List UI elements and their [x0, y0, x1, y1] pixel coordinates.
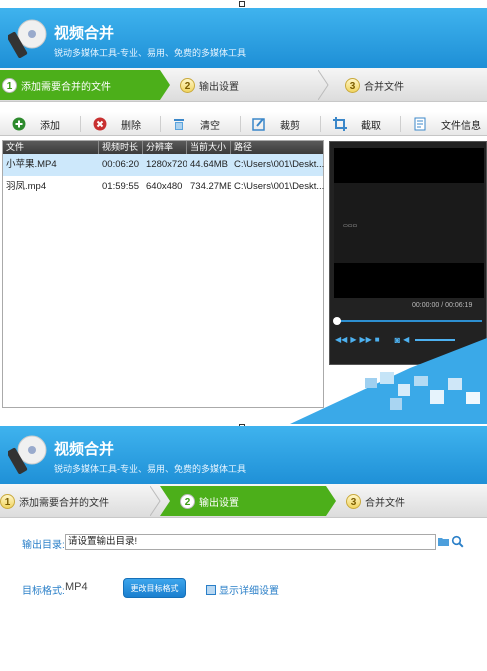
selection-handle-top[interactable]: [239, 1, 245, 7]
capture-label: 截取: [361, 120, 381, 132]
step-2[interactable]: 2 输出设置: [180, 68, 239, 102]
table-row[interactable]: 小苹果.MP4 00:06:20 1280x720 44.64MB C:\Use…: [3, 154, 325, 176]
target-format-label: 目标格式:: [22, 586, 65, 597]
column-header-resolution[interactable]: 分辨率: [143, 141, 187, 154]
cell-resolution: 640x480: [146, 181, 183, 192]
step-divider: [150, 486, 161, 516]
checkbox-icon[interactable]: [206, 584, 216, 595]
output-dir-actions: [437, 535, 464, 548]
video-screen: ▭▭▭: [334, 148, 484, 298]
cell-path: C:\Users\001\Deskt...: [234, 159, 325, 170]
clear-button[interactable]: 清空: [172, 115, 220, 133]
step-2[interactable]: 2 输出设置: [180, 484, 239, 518]
step-1-number: 1: [2, 77, 17, 93]
step-2-label: 输出设置: [199, 81, 239, 93]
step-1-label: 添加需要合并的文件: [19, 497, 109, 509]
step-3[interactable]: 3 合并文件: [346, 484, 405, 518]
app-header: 视频合并 锐动多媒体工具-专业、易用、免费的多媒体工具: [0, 8, 487, 68]
search-icon[interactable]: [451, 535, 464, 548]
trash-icon: [174, 119, 184, 130]
add-icon: [12, 117, 26, 131]
step-3[interactable]: 3 合并文件: [345, 68, 404, 102]
cell-duration: 00:06:20: [102, 159, 139, 170]
toolbar: 添加 删除 清空 裁剪 截取 文件信息: [0, 112, 487, 136]
video-watermark: ▭▭▭: [343, 223, 358, 229]
column-header-file[interactable]: 文件: [3, 141, 99, 154]
crop-icon: [333, 117, 347, 131]
app-title: 视频合并: [54, 25, 115, 42]
app-subtitle: 锐动多媒体工具-专业、易用、免费的多媒体工具: [54, 464, 246, 474]
cut-button[interactable]: 裁剪: [252, 115, 300, 133]
step-3-number: 3: [346, 493, 361, 509]
column-header-path[interactable]: 路径: [231, 141, 325, 154]
steps-bar: 1 添加需要合并的文件 2 输出设置 3 合并文件: [0, 68, 487, 102]
step-1-number: 1: [0, 493, 15, 509]
file-info-button[interactable]: 文件信息: [413, 115, 481, 133]
step-1[interactable]: 1 添加需要合并的文件: [0, 484, 109, 518]
file-table: 文件 视频时长 分辨率 当前大小 路径 小苹果.MP4 00:06:20 128…: [2, 140, 324, 408]
step-3-label: 合并文件: [365, 497, 405, 509]
delete-button[interactable]: 删除: [93, 115, 141, 133]
seek-knob[interactable]: [333, 317, 341, 325]
video-frame: ▭▭▭: [334, 183, 484, 263]
app-subtitle: 锐动多媒体工具-专业、易用、免费的多媒体工具: [54, 48, 246, 58]
step-2-label: 输出设置: [199, 497, 239, 509]
toolbar-separator: [320, 116, 321, 132]
app-title: 视频合并: [54, 441, 115, 458]
show-details-checkbox[interactable]: 显示详细设置: [206, 582, 279, 597]
app-header-2: 视频合并 锐动多媒体工具-专业、易用、免费的多媒体工具: [0, 426, 487, 486]
cell-resolution: 1280x720: [146, 159, 187, 170]
app-logo-icon: [8, 435, 47, 474]
cell-size: 734.27MB: [190, 181, 231, 192]
step-1[interactable]: 1 添加需要合并的文件: [2, 68, 111, 102]
show-details-label: 显示详细设置: [219, 586, 279, 597]
step-2-number: 2: [180, 77, 195, 93]
app-logo-icon: [8, 19, 47, 58]
clear-label: 清空: [200, 120, 220, 132]
add-button[interactable]: 添加: [12, 115, 60, 133]
change-format-button[interactable]: 更改目标格式: [123, 578, 186, 598]
column-header-size[interactable]: 当前大小: [187, 141, 231, 154]
cut-label: 裁剪: [280, 120, 300, 132]
step-3-number: 3: [345, 77, 360, 93]
add-label: 添加: [40, 120, 60, 132]
step-2-number: 2: [180, 493, 195, 509]
cell-duration: 01:59:55: [102, 181, 139, 192]
cell-file: 羽凤.mp4: [6, 181, 47, 192]
toolbar-separator: [240, 116, 241, 132]
cell-size: 44.64MB: [190, 159, 229, 170]
target-format-value: MP4: [65, 581, 88, 593]
steps-bar-2: 1 添加需要合并的文件 2 输出设置 3 合并文件: [0, 484, 487, 518]
cell-file: 小苹果.MP4: [6, 159, 57, 170]
table-row[interactable]: 羽凤.mp4 01:59:55 640x480 734.27MB C:\User…: [3, 176, 325, 198]
edit-icon: [252, 118, 265, 131]
step-1-label: 添加需要合并的文件: [21, 81, 111, 93]
file-info-icon: [414, 117, 426, 131]
capture-button[interactable]: 截取: [333, 115, 381, 133]
folder-icon[interactable]: [437, 535, 450, 548]
step-divider: [318, 70, 329, 100]
toolbar-separator: [160, 116, 161, 132]
delete-label: 删除: [121, 120, 141, 132]
file-info-label: 文件信息: [441, 120, 481, 132]
transition-swoosh: [290, 338, 487, 424]
table-header: 文件 视频时长 分辨率 当前大小 路径: [3, 141, 323, 154]
toolbar-separator: [400, 116, 401, 132]
playback-time: 00:00:00 / 00:06:19: [412, 302, 473, 309]
video-preview-player: ▭▭▭ 00:00:00 / 00:06:19 ◀◀ ▶ ▶▶ ■ ◙ ◀: [329, 141, 487, 365]
cell-path: C:\Users\001\Deskt...: [234, 181, 325, 192]
delete-icon: [93, 117, 107, 131]
step-3-label: 合并文件: [364, 81, 404, 93]
output-dir-input[interactable]: 请设置输出目录!: [65, 534, 436, 550]
toolbar-separator: [80, 116, 81, 132]
column-header-duration[interactable]: 视频时长: [99, 141, 143, 154]
seek-bar[interactable]: [336, 320, 482, 322]
output-dir-label: 输出目录:: [22, 540, 65, 551]
